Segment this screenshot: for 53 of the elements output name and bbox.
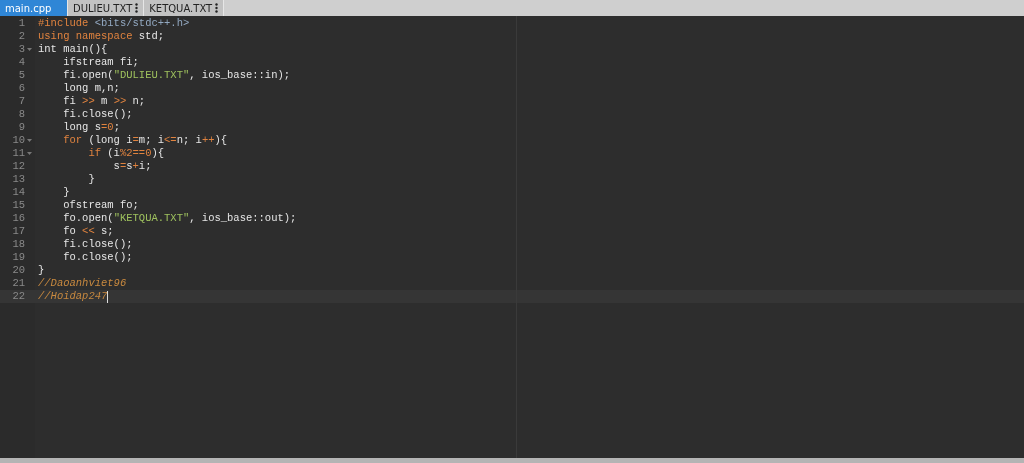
line-number: 10: [12, 134, 26, 147]
line-number: 16: [12, 212, 26, 225]
kebab-menu-icon[interactable]: [215, 3, 219, 13]
file-tab[interactable]: DULIEU.TXT: [68, 0, 145, 16]
line-number: 18: [12, 238, 26, 251]
code-line: #include <bits/stdc++.h>: [38, 17, 190, 30]
fold-caret-icon[interactable]: [27, 47, 32, 52]
code-line: s=s+i;: [112, 160, 152, 173]
line-number: 19: [12, 251, 26, 264]
line-number: 20: [12, 264, 26, 277]
line-number: 6: [18, 82, 26, 95]
code-line: //Hoidap247: [38, 290, 108, 303]
code-line: int main(){: [38, 43, 108, 56]
line-number: 4: [18, 56, 26, 69]
code-line: ofstream fo;: [62, 199, 139, 212]
line-number: 7: [18, 95, 26, 108]
code-line: fi.close();: [62, 108, 133, 121]
code-line: fi >> m >> n;: [62, 95, 146, 108]
line-number: 12: [12, 160, 26, 173]
code-line: fi.open("DULIEU.TXT", ios_base::in);: [62, 69, 291, 82]
code-line: long m,n;: [62, 82, 120, 95]
code-line: for (long i=m; i<=n; i++){: [62, 134, 228, 147]
line-number: 11: [12, 147, 26, 160]
line-number: 13: [12, 173, 26, 186]
line-number: 2: [18, 30, 26, 43]
file-tab[interactable]: KETQUA.TXT: [144, 0, 225, 16]
line-number: 17: [12, 225, 26, 238]
line-number: 3: [18, 43, 26, 56]
code-line: using namespace std;: [38, 30, 165, 43]
code-line: ifstream fi;: [62, 56, 139, 69]
code-line: }: [87, 173, 95, 186]
line-number: 5: [18, 69, 26, 82]
code-line: fi.close();: [62, 238, 133, 251]
text-cursor: [107, 290, 109, 303]
fold-caret-icon[interactable]: [27, 138, 32, 143]
file-tab[interactable]: main.cpp: [0, 0, 68, 16]
line-number: 1: [18, 17, 26, 30]
code-line: //Daoanhviet96: [38, 277, 127, 290]
code-line: long s=0;: [62, 121, 120, 134]
code-line: if (i%2==0){: [87, 147, 165, 160]
code-line: }: [62, 186, 70, 199]
fold-caret-icon[interactable]: [27, 151, 32, 156]
kebab-menu-icon[interactable]: [135, 3, 139, 13]
code-line: }: [38, 264, 45, 277]
line-number: 21: [12, 277, 26, 290]
code-line: fo << s;: [62, 225, 114, 238]
code-line: fo.close();: [62, 251, 133, 264]
line-number: 8: [18, 108, 26, 121]
line-number: 9: [18, 121, 26, 134]
code-line: fo.open("KETQUA.TXT", ios_base::out);: [62, 212, 297, 225]
line-number: 14: [12, 186, 26, 199]
line-number: 22: [12, 290, 26, 303]
line-number: 15: [12, 199, 26, 212]
